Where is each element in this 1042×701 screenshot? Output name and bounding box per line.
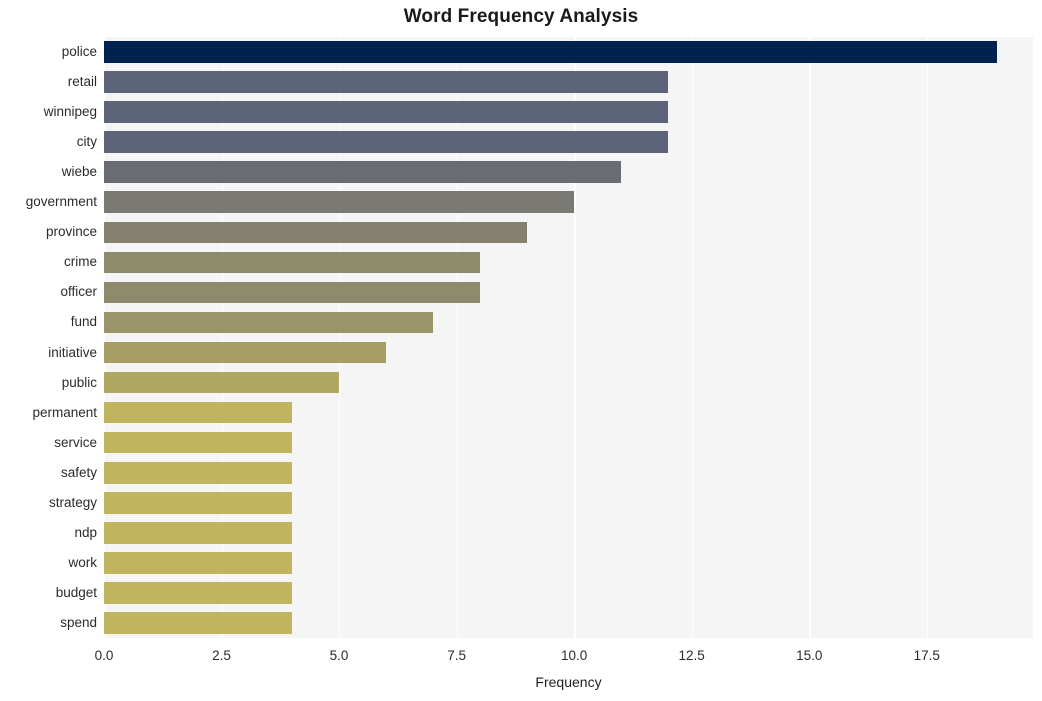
bars-layer: [104, 37, 1033, 638]
x-tick-label-17.5: 17.5: [913, 648, 940, 663]
bar-row: [104, 401, 1033, 424]
bar-row: [104, 131, 1033, 153]
bar-ndp[interactable]: [104, 522, 293, 544]
x-tick-label-15.0: 15.0: [796, 648, 823, 663]
bar-fund[interactable]: [104, 311, 434, 334]
bar-row: [104, 582, 1033, 604]
bar-officer[interactable]: [104, 281, 481, 304]
bar-row: [104, 552, 1033, 574]
y-tick-label-ndp: ndp: [74, 524, 97, 540]
y-axis-tick-labels: police retail winnipeg city wiebe government p…: [0, 37, 97, 638]
y-tick-label-police: police: [61, 44, 97, 60]
bar-safety[interactable]: [104, 461, 293, 484]
y-tick-label-budget: budget: [55, 584, 97, 600]
bar-service[interactable]: [104, 431, 293, 454]
y-tick-label-fund: fund: [70, 314, 97, 330]
bar-police[interactable]: [104, 41, 998, 63]
x-tick-label-0.0: 0.0: [94, 648, 114, 663]
bar-row: [104, 461, 1033, 484]
bar-row: [104, 191, 1033, 214]
y-tick-label-retail: retail: [67, 74, 97, 90]
x-tick-label-12.5: 12.5: [678, 648, 705, 663]
y-tick-label-work: work: [68, 554, 97, 570]
x-axis-tick-labels: 0.0 2.5 5.0 7.5 10.0 12.5 15.0 17.5: [0, 648, 1042, 670]
chart-figure: Word Frequency Analysis police retail winn…: [0, 0, 1042, 701]
bar-row: [104, 71, 1033, 93]
y-tick-label-public: public: [61, 374, 97, 390]
bar-row: [104, 311, 1033, 334]
bar-government[interactable]: [104, 191, 575, 214]
bar-row: [104, 251, 1033, 274]
y-tick-label-province: province: [45, 224, 97, 240]
x-axis-label: Frequency: [535, 674, 602, 690]
y-tick-label-safety: safety: [60, 464, 97, 480]
bar-row: [104, 101, 1033, 123]
x-tick-label-10.0: 10.0: [561, 648, 588, 663]
y-tick-label-strategy: strategy: [48, 494, 97, 510]
bar-row: [104, 41, 1033, 63]
bar-row: [104, 612, 1033, 634]
bar-province[interactable]: [104, 221, 528, 244]
bar-row: [104, 431, 1033, 454]
chart-title: Word Frequency Analysis: [403, 6, 639, 27]
bar-spend[interactable]: [104, 612, 293, 634]
bar-wiebe[interactable]: [104, 161, 622, 184]
y-tick-label-officer: officer: [60, 284, 97, 300]
y-tick-label-service: service: [54, 434, 97, 450]
plot-area: [104, 37, 1033, 638]
bar-budget[interactable]: [104, 582, 293, 604]
bar-row: [104, 491, 1033, 514]
x-tick-label-7.5: 7.5: [447, 648, 466, 663]
bar-row: [104, 341, 1033, 364]
bar-row: [104, 281, 1033, 304]
y-tick-label-crime: crime: [64, 254, 97, 270]
y-tick-label-wiebe: wiebe: [61, 164, 97, 180]
bar-winnipeg[interactable]: [104, 101, 669, 123]
y-tick-label-city: city: [76, 134, 97, 150]
bar-permanent[interactable]: [104, 401, 293, 424]
y-tick-label-winnipeg: winnipeg: [43, 104, 97, 120]
bar-row: [104, 221, 1033, 244]
y-tick-label-initiative: initiative: [48, 344, 97, 360]
y-tick-label-government: government: [25, 194, 97, 210]
bar-row: [104, 371, 1033, 394]
y-tick-label-permanent: permanent: [32, 404, 97, 420]
bar-city[interactable]: [104, 131, 669, 153]
bar-public[interactable]: [104, 371, 340, 394]
bar-strategy[interactable]: [104, 491, 293, 514]
bar-retail[interactable]: [104, 71, 669, 93]
bar-row: [104, 522, 1033, 544]
bar-work[interactable]: [104, 552, 293, 574]
y-tick-label-spend: spend: [60, 614, 97, 630]
bar-initiative[interactable]: [104, 341, 387, 364]
bar-crime[interactable]: [104, 251, 481, 274]
x-tick-label-5.0: 5.0: [329, 648, 349, 663]
x-tick-label-2.5: 2.5: [212, 648, 231, 663]
bar-row: [104, 161, 1033, 184]
